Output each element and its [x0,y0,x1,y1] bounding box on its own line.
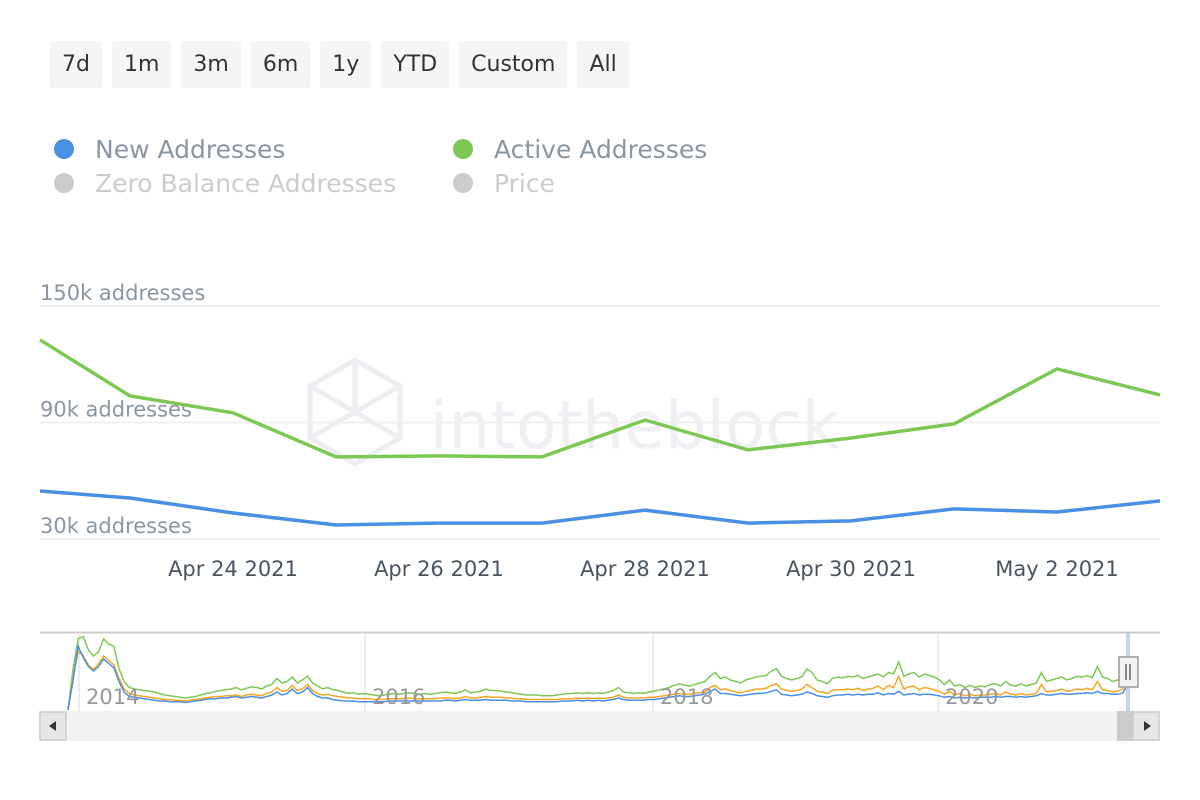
scroll-left-button[interactable] [40,712,66,740]
main-chart[interactable]: intotheblock 30k addresses90k addresses1… [0,260,1200,600]
scroll-right-button[interactable] [1133,712,1159,740]
range-button-custom[interactable]: Custom [459,41,567,88]
range-button-all[interactable]: All [577,41,628,88]
legend-item-zero-balance-addresses[interactable]: Zero Balance Addresses [54,168,453,198]
legend-dot-icon [54,173,74,193]
legend-label: New Addresses [95,135,285,164]
legend-label: Active Addresses [494,135,707,164]
range-button-1y[interactable]: 1y [320,41,371,88]
legend-dot-icon [453,139,473,159]
legend-label: Zero Balance Addresses [95,169,396,198]
range-button-6m[interactable]: 6m [251,41,310,88]
y-axis-labels: 30k addresses90k addresses150k addresses [40,281,205,538]
navigator-year-label: 2020 [945,685,998,709]
legend-dot-icon [453,173,473,193]
range-button-1m[interactable]: 1m [112,41,171,88]
legend-label: Price [494,169,555,198]
legend-item-active-addresses[interactable]: Active Addresses [453,134,773,164]
intotheblock-logo-icon [310,360,400,464]
x-tick-label: Apr 24 2021 [168,557,298,581]
navigator-year-label: 2014 [86,685,139,709]
range-button-3m[interactable]: 3m [181,41,240,88]
navigator-handle[interactable] [1119,657,1138,687]
legend-item-price[interactable]: Price [453,168,773,198]
scrollbar-track[interactable] [40,711,1160,741]
scrollbar[interactable] [40,711,1160,741]
navigator-year-label: 2018 [660,685,713,709]
grid [40,306,1160,539]
y-tick-label: 150k addresses [40,281,205,305]
scrollbar-thumb[interactable] [1117,711,1134,741]
series-line-new-addresses[interactable] [40,491,1160,525]
navigator-year-label: 2016 [372,685,425,709]
range-selector: 7d 1m 3m 6m 1y YTD Custom All [50,41,629,88]
legend-dot-icon [54,139,74,159]
navigator-year-labels: 2014 2016 2018 2020 [86,685,998,709]
navigator[interactable]: 2014 2016 2018 2020 [0,620,1200,750]
x-axis-labels: Apr 24 2021 Apr 26 2021 Apr 28 2021 Apr 30 … [168,557,1119,581]
y-tick-label: 30k addresses [40,514,192,538]
x-tick-label: May 2 2021 [995,557,1119,581]
range-button-ytd[interactable]: YTD [381,41,449,88]
range-button-7d[interactable]: 7d [50,41,102,88]
x-tick-label: Apr 30 2021 [786,557,916,581]
x-tick-label: Apr 28 2021 [580,557,710,581]
legend-item-new-addresses[interactable]: New Addresses [54,134,453,164]
x-tick-label: Apr 26 2021 [374,557,504,581]
watermark-text: intotheblock [430,387,841,464]
chart-legend: New Addresses Active Addresses Zero Bala… [54,134,774,198]
